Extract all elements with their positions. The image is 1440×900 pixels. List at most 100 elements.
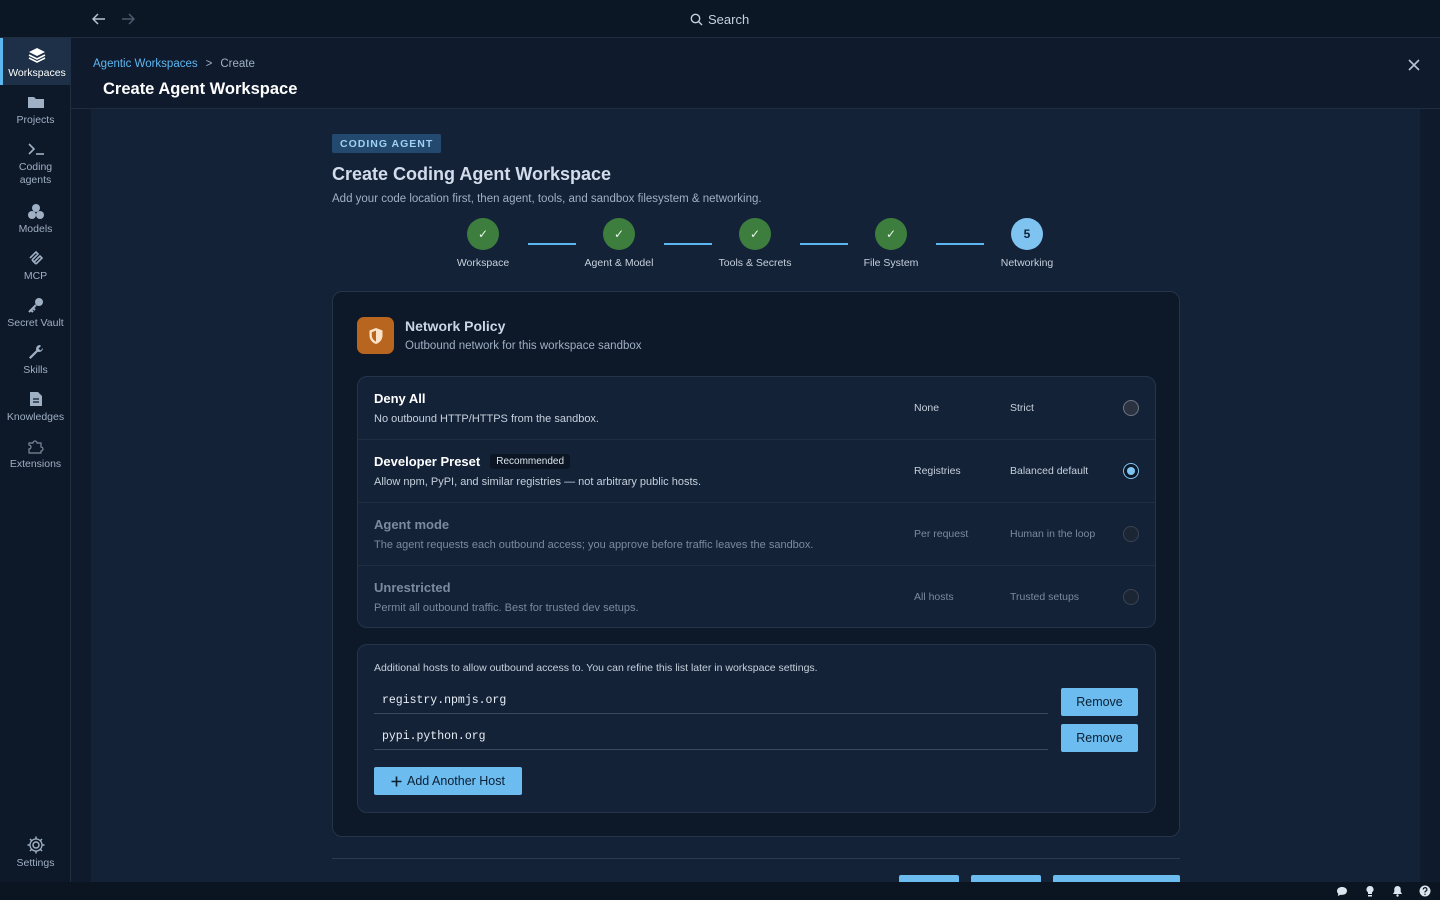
option-scope: Registries bbox=[914, 465, 961, 477]
policy-option-deny-all[interactable]: Deny All No outbound HTTP/HTTPS from the… bbox=[358, 377, 1155, 440]
sidebar-item-extensions[interactable]: Extensions bbox=[0, 437, 71, 471]
main-content: CODING AGENT Create Coding Agent Workspa… bbox=[91, 109, 1420, 883]
hosts-note: Additional hosts to allow outbound acces… bbox=[374, 662, 818, 674]
remove-host-button[interactable]: Remove bbox=[1061, 724, 1138, 752]
sidebar-item-label: Projects bbox=[16, 114, 55, 126]
option-name: Deny All bbox=[374, 391, 426, 406]
mcp-icon bbox=[28, 250, 43, 265]
close-icon bbox=[1408, 59, 1420, 71]
chat-icon bbox=[1337, 886, 1347, 896]
option-mode: Trusted setups bbox=[1010, 591, 1080, 603]
document-icon bbox=[29, 392, 42, 406]
sidebar-item-coding-agents[interactable]: Coding agents bbox=[0, 140, 71, 187]
chat-button[interactable] bbox=[1335, 884, 1349, 898]
option-mode: Human in the loop bbox=[1010, 528, 1096, 540]
breadcrumb-current: Create bbox=[220, 58, 255, 70]
sidebar-item-label: Settings bbox=[16, 857, 55, 869]
policy-options: Deny All No outbound HTTP/HTTPS from the… bbox=[357, 376, 1156, 628]
agent-type-badge: CODING AGENT bbox=[332, 134, 442, 153]
option-radio-selected[interactable] bbox=[1123, 463, 1139, 479]
option-radio[interactable] bbox=[1123, 589, 1139, 605]
breadcrumb: Agentic Workspaces > Create bbox=[93, 58, 255, 70]
recommended-badge: Recommended bbox=[490, 454, 571, 469]
forward-button[interactable] bbox=[118, 9, 138, 29]
close-button[interactable] bbox=[1408, 58, 1420, 76]
top-bar: Search bbox=[0, 0, 1440, 38]
policy-option-unrestricted[interactable]: Unrestricted Permit all outbound traffic… bbox=[358, 566, 1155, 629]
main-left-gutter bbox=[71, 109, 91, 882]
back-button[interactable] bbox=[89, 9, 109, 29]
sidebar-item-label: MCP bbox=[23, 270, 48, 282]
sidebar-item-secret-vault[interactable]: Secret Vault bbox=[0, 296, 71, 330]
step-label: Tools & Secrets bbox=[718, 257, 792, 269]
step-networking[interactable]: 5 Networking bbox=[967, 218, 1087, 269]
step-label: File System bbox=[863, 257, 919, 269]
add-host-label: Add Another Host bbox=[407, 774, 505, 788]
sidebar-item-models[interactable]: Models bbox=[0, 202, 71, 236]
option-radio[interactable] bbox=[1123, 526, 1139, 542]
sidebar: Workspaces Projects Coding agents Models… bbox=[0, 38, 71, 882]
remove-host-button[interactable]: Remove bbox=[1061, 688, 1138, 716]
sidebar-item-knowledges[interactable]: Knowledges bbox=[0, 390, 71, 424]
arrow-right-icon bbox=[122, 13, 135, 25]
tips-button[interactable] bbox=[1363, 884, 1377, 898]
option-scope: None bbox=[914, 402, 940, 414]
sidebar-item-label: Secret Vault bbox=[7, 317, 64, 329]
option-name: Developer Preset bbox=[374, 454, 481, 469]
breadcrumb-link[interactable]: Agentic Workspaces bbox=[93, 58, 198, 70]
network-policy-card: Network Policy Outbound network for this… bbox=[332, 291, 1180, 837]
gear-icon bbox=[27, 836, 44, 854]
form-title: Create Coding Agent Workspace bbox=[332, 164, 612, 184]
page-header: Agentic Workspaces > Create Create Agent… bbox=[71, 38, 1440, 109]
option-description: Allow npm, PyPI, and similar registries … bbox=[374, 476, 702, 488]
step-workspace[interactable]: ✓ Workspace bbox=[423, 218, 543, 269]
policy-icon-tile bbox=[357, 317, 394, 354]
sidebar-item-projects[interactable]: Projects bbox=[0, 93, 71, 127]
search-button[interactable]: Search bbox=[690, 10, 749, 28]
policy-option-developer-preset[interactable]: Developer Preset Recommended Allow npm, … bbox=[358, 440, 1155, 503]
help-button[interactable] bbox=[1418, 884, 1432, 898]
sidebar-item-label: Skills bbox=[23, 364, 48, 376]
footer-divider bbox=[332, 858, 1180, 859]
arrow-left-icon bbox=[92, 13, 105, 25]
step-label: Workspace bbox=[456, 257, 510, 269]
option-scope: Per request bbox=[914, 528, 969, 540]
option-description: No outbound HTTP/HTTPS from the sandbox. bbox=[374, 413, 599, 425]
host-input[interactable] bbox=[374, 724, 1048, 750]
sidebar-item-mcp[interactable]: MCP bbox=[0, 249, 71, 283]
policy-title: Network Policy bbox=[405, 318, 506, 334]
step-done-badge: ✓ bbox=[875, 218, 907, 250]
option-name: Unrestricted bbox=[374, 580, 451, 595]
sidebar-item-skills[interactable]: Skills bbox=[0, 343, 71, 377]
search-label: Search bbox=[708, 11, 750, 27]
shield-icon bbox=[369, 327, 382, 344]
step-done-badge: ✓ bbox=[603, 218, 635, 250]
step-agent-model[interactable]: ✓ Agent & Model bbox=[559, 218, 679, 269]
add-host-button[interactable]: Add Another Host bbox=[374, 767, 522, 795]
policy-option-agent-mode[interactable]: Agent mode The agent requests each outbo… bbox=[358, 503, 1155, 566]
sidebar-item-settings[interactable]: Settings bbox=[0, 836, 71, 870]
allowed-hosts-panel: Additional hosts to allow outbound acces… bbox=[357, 644, 1156, 813]
sidebar-item-label: Models bbox=[18, 223, 53, 235]
notifications-button[interactable] bbox=[1390, 884, 1404, 898]
host-input[interactable] bbox=[374, 688, 1048, 714]
sidebar-item-label: Extensions bbox=[9, 458, 62, 470]
main-right-gutter bbox=[1420, 109, 1440, 882]
option-mode: Balanced default bbox=[1010, 465, 1089, 477]
option-scope: All hosts bbox=[914, 591, 954, 603]
status-bar bbox=[0, 882, 1440, 900]
step-file-system[interactable]: ✓ File System bbox=[831, 218, 951, 269]
wrench-icon bbox=[28, 345, 43, 359]
option-mode: Strict bbox=[1010, 402, 1034, 414]
breadcrumb-separator: > bbox=[205, 58, 213, 70]
sidebar-item-label: Knowledges bbox=[6, 411, 65, 423]
form-subtitle: Add your code location first, then agent… bbox=[332, 193, 762, 205]
lightbulb-icon bbox=[1366, 885, 1374, 897]
folder-icon bbox=[27, 97, 44, 108]
puzzle-icon bbox=[27, 440, 44, 454]
sidebar-item-workspaces[interactable]: Workspaces bbox=[0, 38, 71, 85]
layers-icon bbox=[28, 48, 46, 63]
sidebar-item-label: Workspaces bbox=[8, 67, 66, 79]
option-radio[interactable] bbox=[1123, 400, 1139, 416]
step-tools-secrets[interactable]: ✓ Tools & Secrets bbox=[695, 218, 815, 269]
